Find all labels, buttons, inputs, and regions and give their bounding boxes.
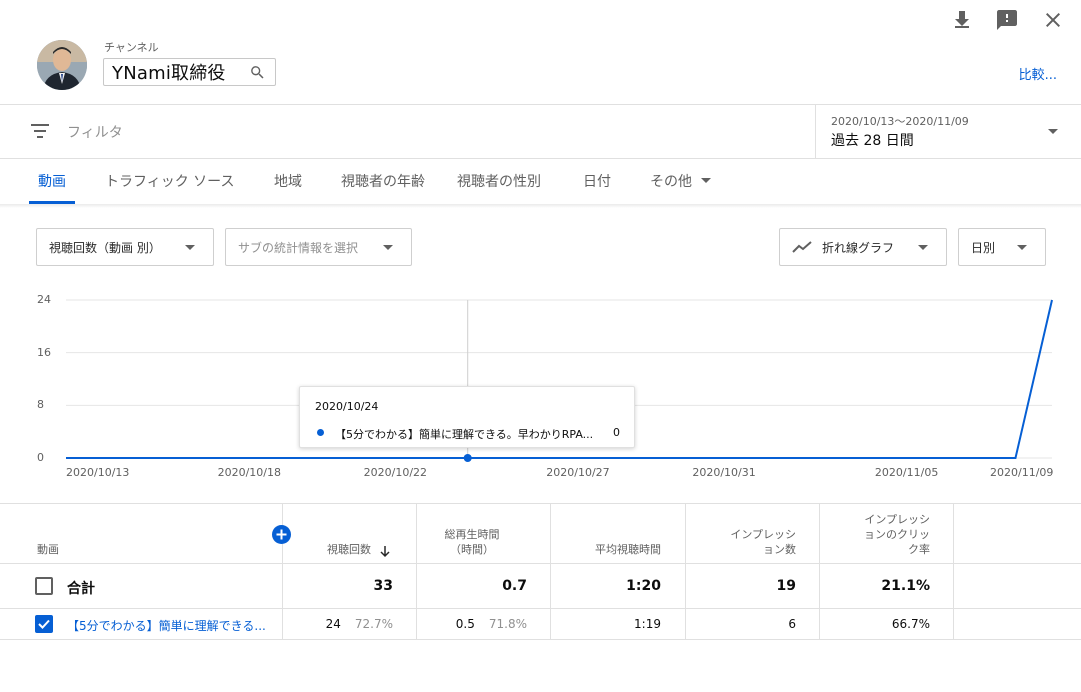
column-header-avg-view[interactable]: 平均視聴時間 xyxy=(551,542,661,557)
channel-avatar xyxy=(37,40,87,90)
metric-select-label: 視聴回数（動画 別） xyxy=(49,240,161,255)
download-icon[interactable] xyxy=(950,8,974,32)
divider xyxy=(0,639,1081,640)
tab-traffic-source[interactable]: トラフィック ソース xyxy=(105,171,234,191)
header-line: 総再生時間 xyxy=(444,528,500,541)
total-checkbox[interactable] xyxy=(35,577,53,595)
header-line: ク率 xyxy=(908,543,930,556)
column-header-views[interactable]: 視聴回数 xyxy=(283,542,371,557)
total-watch-time: 0.7 xyxy=(502,578,527,594)
chevron-down-icon xyxy=(1017,245,1027,250)
y-tick-label: 8 xyxy=(37,398,44,412)
analytics-panel: チャンネル YNami取締役 比較... フィルタ 2020/10/13〜202… xyxy=(0,0,1081,692)
chevron-down-icon xyxy=(1048,129,1058,134)
column-header-watch-time[interactable]: 総再生時間 （時間） xyxy=(417,527,527,557)
x-tick-label: 2020/10/13 xyxy=(66,466,130,479)
tab-videos[interactable]: 動画 xyxy=(38,171,66,191)
date-range-value: 過去 28 日間 xyxy=(831,133,914,149)
total-ctr: 21.1% xyxy=(881,578,930,594)
hover-point xyxy=(463,454,472,462)
total-label: 合計 xyxy=(67,581,95,597)
row-checkbox-checked[interactable] xyxy=(35,615,53,633)
x-tick-label: 2020/10/27 xyxy=(546,466,610,479)
tab-viewer-gender[interactable]: 視聴者の性別 xyxy=(457,171,541,191)
row-views: 24 72.7% xyxy=(283,617,393,631)
interval-label: 日別 xyxy=(971,240,996,255)
x-tick-label: 2020/10/31 xyxy=(692,466,756,479)
channel-name: YNami取締役 xyxy=(112,63,226,84)
secondary-metric-select[interactable]: サブの統計情報を選択 xyxy=(225,228,412,266)
chevron-down-icon xyxy=(918,245,928,250)
sort-descending-icon[interactable] xyxy=(379,543,391,558)
chart-type-label: 折れ線グラフ xyxy=(822,240,895,255)
views-line-chart[interactable] xyxy=(0,280,1081,480)
column-divider xyxy=(953,504,954,640)
header-line: ョンのクリッ xyxy=(864,528,930,541)
y-tick-label: 16 xyxy=(37,345,51,359)
header-line: ョン数 xyxy=(763,543,796,556)
tooltip-value: 0 xyxy=(613,426,620,439)
row-watch-time-pct: 71.8% xyxy=(488,617,527,631)
metric-select[interactable]: 視聴回数（動画 別） xyxy=(36,228,214,266)
tabs-shadow xyxy=(0,204,1081,208)
tooltip-date: 2020/10/24 xyxy=(315,400,379,413)
row-watch-time: 0.5 71.8% xyxy=(417,617,527,631)
row-ctr: 66.7% xyxy=(891,617,930,631)
divider xyxy=(0,158,1081,159)
video-title-link[interactable]: 【5分でわかる】簡単に理解できる... xyxy=(67,617,266,634)
header-line: インプレッシ xyxy=(864,513,930,526)
interval-select[interactable]: 日別 xyxy=(958,228,1046,266)
row-watch-time-value: 0.5 xyxy=(455,617,475,631)
row-impressions: 6 xyxy=(788,617,796,631)
total-views: 33 xyxy=(373,578,393,594)
x-tick-label: 2020/11/05 xyxy=(874,466,939,479)
y-tick-label: 0 xyxy=(37,451,44,464)
chart-tooltip: 2020/10/24 【5分でわかる】簡単に理解できる。早わかりRPA... 0 xyxy=(299,386,635,448)
channel-selector[interactable]: YNami取締役 xyxy=(103,58,276,86)
divider xyxy=(0,503,1081,504)
line-chart-icon xyxy=(792,241,812,253)
filter-input[interactable]: フィルタ xyxy=(67,122,123,142)
chevron-down-icon xyxy=(383,245,393,250)
tab-date[interactable]: 日付 xyxy=(583,171,611,191)
chevron-down-icon xyxy=(185,245,195,250)
x-tick-label: 2020/10/18 xyxy=(217,466,281,479)
date-range-label: 2020/10/13〜2020/11/09 xyxy=(831,115,969,128)
secondary-metric-label: サブの統計情報を選択 xyxy=(238,240,359,255)
tab-viewer-age[interactable]: 視聴者の年齢 xyxy=(341,171,425,191)
row-views-value: 24 xyxy=(325,617,341,631)
check-icon xyxy=(38,619,50,629)
feedback-icon[interactable] xyxy=(995,8,1019,32)
row-avg-view: 1:19 xyxy=(634,617,661,631)
header-line: インプレッシ xyxy=(730,528,796,541)
column-header-video: 動画 xyxy=(37,543,59,556)
x-tick-label: 2020/11/09 xyxy=(990,466,1054,479)
divider xyxy=(0,563,1081,564)
compare-link[interactable]: 比較... xyxy=(1019,64,1057,83)
row-views-pct: 72.7% xyxy=(354,617,393,631)
column-header-impressions[interactable]: インプレッシ ョン数 xyxy=(686,527,796,557)
total-impressions: 19 xyxy=(776,578,796,594)
tooltip-series-title: 【5分でわかる】簡単に理解できる。早わかりRPA... xyxy=(335,428,594,441)
total-avg-view: 1:20 xyxy=(626,578,661,594)
close-icon[interactable] xyxy=(1041,8,1065,32)
filter-icon[interactable] xyxy=(30,122,50,140)
x-tick-label: 2020/10/22 xyxy=(363,466,428,479)
search-icon[interactable] xyxy=(249,64,266,81)
y-tick-label: 24 xyxy=(37,293,51,306)
divider xyxy=(0,608,1081,609)
channel-caption: チャンネル xyxy=(104,41,159,54)
chevron-down-icon xyxy=(701,178,711,183)
chart-type-select[interactable]: 折れ線グラフ xyxy=(779,228,947,266)
header-line: （時間） xyxy=(450,543,494,556)
tab-more[interactable]: その他 xyxy=(650,171,692,191)
column-header-ctr[interactable]: インプレッシ ョンのクリッ ク率 xyxy=(820,512,930,557)
tab-geography[interactable]: 地域 xyxy=(274,171,302,191)
series-color-dot xyxy=(317,429,324,436)
